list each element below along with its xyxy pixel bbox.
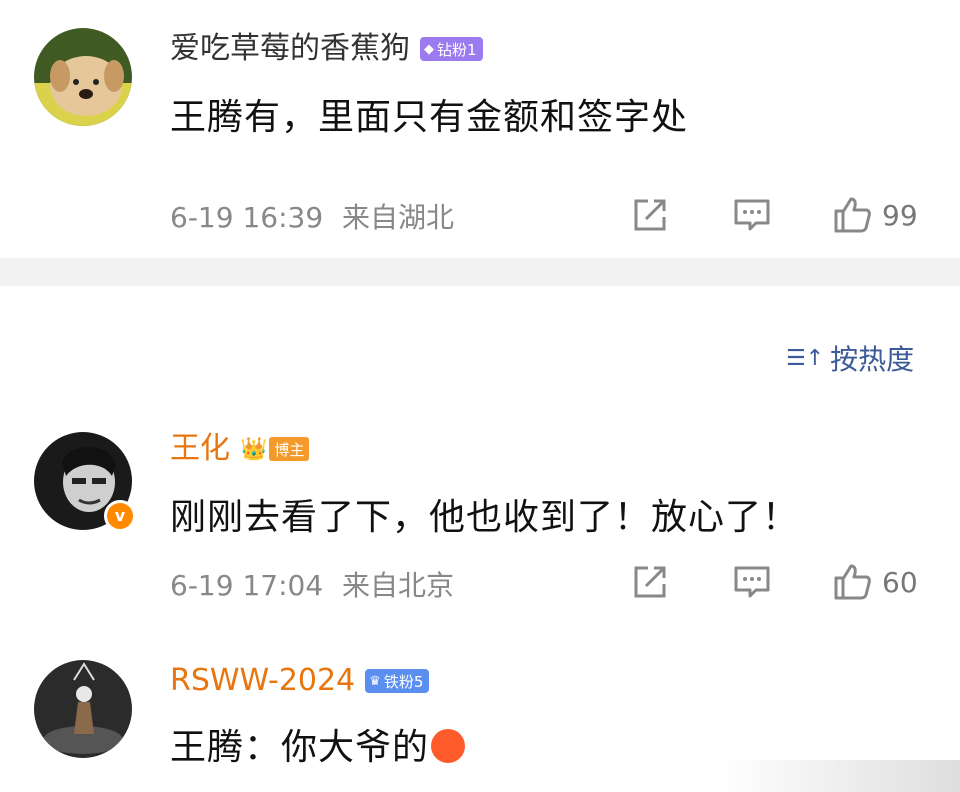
comment-text-row: 王腾：你大爷的 [170, 718, 466, 770]
comment-meta: 6-19 17:04 来自北京 [170, 564, 454, 604]
comment-icon[interactable] [732, 562, 772, 602]
comment-time: 6-19 16:39 [170, 201, 324, 234]
comment-text: 刚刚去看了下，他也收到了！放心了！ [170, 497, 800, 538]
comment-icon[interactable] [732, 195, 772, 235]
username[interactable]: 王化 [170, 432, 230, 466]
angry-emoji-icon [431, 729, 466, 763]
action-bar: 60 [630, 562, 918, 602]
sort-label: 按热度 [830, 343, 915, 376]
fan-badge-label: 铁粉5 [383, 672, 424, 691]
username[interactable]: 爱吃草莓的香蕉狗 [170, 32, 410, 66]
like-count: 99 [882, 198, 918, 232]
verified-icon: v [104, 500, 136, 532]
share-icon[interactable] [630, 195, 670, 235]
name-row: 爱吃草莓的香蕉狗 ◆ 钻粉1 [170, 32, 483, 66]
comment-text: 王腾有，里面只有金额和签字处 [170, 97, 689, 138]
fan-badge: ♛ 铁粉5 [365, 669, 430, 693]
comment-time: 6-19 17:04 [170, 569, 324, 602]
avatar[interactable] [34, 28, 132, 126]
comment-location: 来自湖北 [342, 201, 455, 234]
watermark [720, 760, 960, 792]
thumbs-up-icon[interactable] [832, 562, 872, 602]
thumbs-up-icon[interactable] [832, 195, 872, 235]
section-divider [0, 258, 960, 286]
fan-badge: ◆ 钻粉1 [420, 37, 483, 61]
share-icon[interactable] [630, 562, 670, 602]
fan-badge-label: 钻粉1 [437, 40, 477, 59]
like-count: 60 [882, 565, 918, 599]
name-row: RSWW-2024 ♛ 铁粉5 [170, 664, 430, 698]
username[interactable]: RSWW-2024 [170, 664, 355, 698]
blogger-badge: 博主 [269, 437, 310, 461]
comment-location: 来自北京 [342, 569, 455, 602]
comment-text: 王腾：你大爷的 [170, 727, 430, 768]
diamond-icon: ◆ [424, 41, 434, 57]
crown-icon: 👑 [240, 436, 268, 462]
comment-meta: 6-19 16:39 来自湖北 [170, 196, 454, 236]
crown-icon: ♛ [369, 673, 381, 689]
sort-icon: ☰↑ [786, 345, 825, 371]
sort-toggle[interactable]: ☰↑ 按热度 [786, 338, 914, 378]
avatar[interactable] [34, 660, 132, 758]
name-row: 王化 👑 博主 [170, 432, 310, 466]
action-bar: 99 [630, 195, 918, 235]
